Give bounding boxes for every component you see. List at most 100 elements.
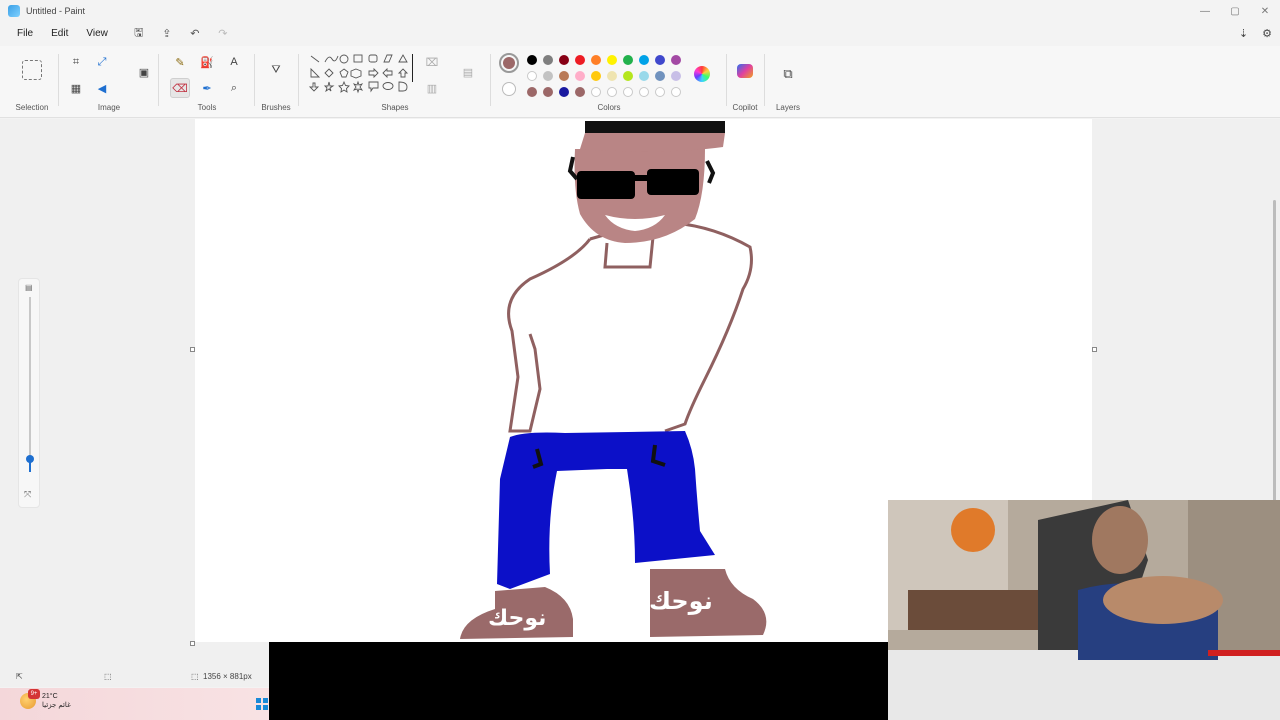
window-controls: — ▢ ✕ bbox=[1190, 0, 1280, 22]
color-swatch[interactable] bbox=[575, 87, 585, 97]
edit-colors-icon[interactable] bbox=[694, 66, 710, 82]
body-outline-right bbox=[664, 221, 753, 433]
shoe-text-right: نوحك bbox=[649, 587, 713, 615]
shapes-group: ⌧ ▥ ▤ Shapes bbox=[302, 46, 488, 118]
color-swatch[interactable] bbox=[543, 71, 553, 81]
webcam-overlay bbox=[888, 500, 1280, 720]
color-swatch[interactable] bbox=[575, 71, 585, 81]
save-icon[interactable]: 🖫 bbox=[125, 24, 153, 43]
color-swatch[interactable] bbox=[671, 87, 681, 97]
zoom-knob[interactable] bbox=[26, 455, 34, 463]
color-swatch[interactable] bbox=[639, 71, 649, 81]
color-swatch[interactable] bbox=[591, 87, 601, 97]
crop-icon[interactable]: ⌗ bbox=[66, 52, 86, 72]
magnifier-icon[interactable]: ⌕ bbox=[224, 78, 244, 98]
account-icon[interactable]: ⇣ bbox=[1239, 27, 1248, 40]
layers-icon[interactable]: ⧉ bbox=[778, 64, 798, 84]
copilot-icon[interactable] bbox=[737, 64, 753, 78]
canvas-resize-handle-right[interactable] bbox=[1092, 347, 1097, 352]
canvas-resize-handle-bottom-left[interactable] bbox=[190, 641, 195, 646]
menu-view[interactable]: View bbox=[77, 28, 117, 39]
tools-label: Tools bbox=[197, 103, 217, 112]
color-swatch[interactable] bbox=[639, 87, 649, 97]
canvas-resize-handle-left[interactable] bbox=[190, 347, 195, 352]
close-button[interactable]: ✕ bbox=[1250, 0, 1280, 22]
brushes-group: ⛛ Brushes bbox=[258, 46, 294, 118]
shapes-gallery-scrollbar[interactable] bbox=[412, 54, 413, 82]
menu-file[interactable]: File bbox=[8, 28, 42, 39]
resize-icon[interactable]: ⤢ bbox=[92, 52, 112, 72]
undo-icon[interactable]: ↶ bbox=[181, 27, 209, 40]
outline-icon[interactable]: ⌧ bbox=[422, 52, 442, 72]
color-swatch[interactable] bbox=[591, 55, 601, 65]
layers-group: ⧉ Layers bbox=[768, 46, 808, 118]
sunglass-left bbox=[577, 171, 635, 199]
canvas-size-icon: ⬚ bbox=[191, 672, 199, 681]
menu-bar: File Edit View 🖫 ⇪ ↶ ↷ ⇣ ⚙ bbox=[0, 22, 1280, 44]
brushes-label: Brushes bbox=[261, 103, 291, 112]
selection-size-icon: ⬚ bbox=[104, 672, 112, 681]
copilot-group: Copilot bbox=[728, 46, 762, 118]
redo-icon[interactable]: ↷ bbox=[209, 27, 237, 40]
pencil-icon[interactable]: ✎ bbox=[170, 52, 190, 72]
sunglass-bridge bbox=[631, 175, 651, 181]
zoom-top-icon: ▤ bbox=[25, 283, 33, 292]
shape-fill-icon[interactable]: ▥ bbox=[422, 78, 442, 98]
ribbon-divider bbox=[254, 54, 255, 106]
color-swatch[interactable] bbox=[623, 71, 633, 81]
minimize-button[interactable]: — bbox=[1190, 0, 1220, 22]
ribbon: Selection ⌗ ⤢ ▣ ▦ ◀ Image ✎ ⛽ A ⌫ ✒ ⌕ To… bbox=[0, 46, 1280, 118]
color-swatch[interactable] bbox=[671, 71, 681, 81]
color-swatch[interactable] bbox=[527, 87, 537, 97]
image-label: Image bbox=[97, 103, 121, 112]
shapes-gallery[interactable] bbox=[307, 53, 417, 105]
color-swatch[interactable] bbox=[655, 87, 665, 97]
rotate-icon[interactable]: ▦ bbox=[66, 78, 86, 98]
color-swatch[interactable] bbox=[607, 71, 617, 81]
color-swatch[interactable] bbox=[655, 55, 665, 65]
weather-temperature: 21°C bbox=[42, 693, 58, 700]
color-picker-icon[interactable]: ✒ bbox=[197, 78, 217, 98]
image-select-icon[interactable]: ▣ bbox=[134, 62, 154, 82]
share-icon[interactable]: ⇪ bbox=[153, 27, 181, 40]
image-group: ⌗ ⤢ ▣ ▦ ◀ Image bbox=[62, 46, 156, 118]
primary-color bbox=[503, 57, 515, 69]
maximize-button[interactable]: ▢ bbox=[1220, 0, 1250, 22]
weather-widget[interactable]: 9+ 21°C غائم جزئيا bbox=[20, 689, 71, 710]
color-swatch[interactable] bbox=[607, 87, 617, 97]
color-swatch[interactable] bbox=[559, 71, 569, 81]
color-swatch[interactable] bbox=[559, 87, 569, 97]
fit-to-window-icon[interactable]: ⤧ bbox=[24, 489, 31, 500]
secondary-color[interactable] bbox=[502, 82, 516, 96]
brush-icon[interactable]: ⛛ bbox=[266, 60, 286, 80]
color-swatch[interactable] bbox=[591, 71, 601, 81]
primary-color-ring[interactable] bbox=[499, 53, 519, 73]
color-swatch[interactable] bbox=[527, 71, 537, 81]
settings-gear-icon[interactable]: ⚙ bbox=[1262, 27, 1272, 40]
menu-edit[interactable]: Edit bbox=[42, 28, 77, 39]
color-swatch[interactable] bbox=[639, 55, 649, 65]
ribbon-divider bbox=[298, 54, 299, 106]
colors-group: Colors bbox=[494, 46, 724, 118]
color-swatch[interactable] bbox=[527, 55, 537, 65]
flip-icon[interactable]: ◀ bbox=[92, 78, 112, 98]
zoom-track[interactable] bbox=[29, 297, 31, 472]
color-swatch[interactable] bbox=[575, 55, 585, 65]
color-swatch[interactable] bbox=[655, 71, 665, 81]
fill-bucket-icon[interactable]: ⛽ bbox=[197, 52, 217, 72]
color-swatch[interactable] bbox=[623, 55, 633, 65]
shape-extra-icon[interactable]: ▤ bbox=[458, 62, 478, 82]
color-swatch[interactable] bbox=[559, 55, 569, 65]
color-swatch[interactable] bbox=[607, 55, 617, 65]
ribbon-divider bbox=[764, 54, 765, 106]
start-button-icon[interactable] bbox=[256, 698, 268, 710]
color-swatch[interactable] bbox=[623, 87, 633, 97]
text-icon[interactable]: A bbox=[224, 52, 244, 72]
color-swatch[interactable] bbox=[543, 87, 553, 97]
color-swatch[interactable] bbox=[543, 55, 553, 65]
selection-rectangle-icon[interactable] bbox=[22, 60, 42, 80]
eraser-icon[interactable]: ⌫ bbox=[170, 78, 190, 98]
color-swatch[interactable] bbox=[671, 55, 681, 65]
webcam-scene bbox=[888, 500, 1280, 720]
title-bar: Untitled - Paint — ▢ ✕ bbox=[0, 0, 1280, 22]
